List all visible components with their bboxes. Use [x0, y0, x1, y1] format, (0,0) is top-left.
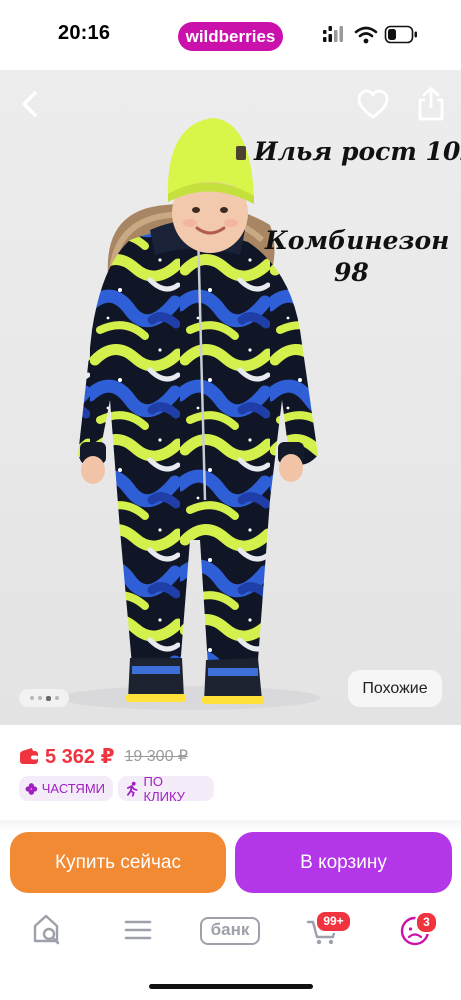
wifi-icon	[354, 26, 378, 44]
current-price: 5 362 ₽	[45, 745, 115, 768]
gallery-dot	[29, 696, 34, 700]
divider	[0, 820, 461, 832]
clover-icon	[25, 782, 38, 795]
profile-badge: 3	[415, 911, 438, 934]
home-search-icon	[33, 914, 60, 945]
favorite-button[interactable]	[356, 88, 390, 122]
old-price: 19 300 ₽	[124, 748, 189, 765]
nav-bank[interactable]: банк	[200, 917, 260, 945]
buy-now-button[interactable]: Купить сейчас	[10, 832, 226, 893]
installments-chip-label: ЧАСТЯМИ	[41, 781, 105, 796]
price-row: 5 362 ₽ 19 300 ₽	[19, 744, 188, 768]
price-section	[0, 725, 461, 825]
gallery-dot-active	[45, 695, 51, 701]
nav-home[interactable]	[32, 912, 62, 946]
gallery-dot	[37, 696, 42, 700]
back-button[interactable]	[12, 86, 48, 122]
one-click-chip-label: ПО КЛИКУ	[143, 773, 185, 804]
add-to-cart-button[interactable]: В корзину	[235, 832, 452, 893]
product-image	[60, 118, 320, 710]
similar-button[interactable]: Похожие	[348, 670, 442, 707]
one-click-chip[interactable]: ПО КЛИКУ	[118, 773, 214, 804]
status-time: 20:16	[58, 22, 111, 44]
menu-icon	[124, 920, 152, 940]
chevron-left-icon	[22, 91, 37, 117]
photo-caption-height: Илья рост 102	[254, 137, 461, 166]
photo-caption-item: Комбинезон	[265, 226, 450, 255]
cart-badge: 99+	[315, 910, 352, 933]
nav-catalog[interactable]	[124, 912, 152, 946]
product-photo[interactable]	[0, 70, 461, 725]
status-bar: 20:16 wildberries	[0, 0, 461, 70]
gallery-dot	[54, 696, 59, 700]
photo-caption-size: 98	[334, 258, 369, 287]
status-icons	[323, 24, 433, 46]
gallery-pagination	[19, 689, 69, 707]
heart-icon	[357, 89, 389, 119]
installments-chip[interactable]: ЧАСТЯМИ	[19, 776, 113, 801]
wallet-icon	[20, 748, 38, 764]
brand-logo: wildberries	[178, 22, 283, 51]
home-indicator	[149, 984, 313, 989]
runner-icon	[127, 781, 138, 797]
share-icon	[418, 87, 444, 121]
battery-icon	[384, 25, 417, 44]
share-button[interactable]	[414, 86, 448, 122]
signal-icon	[323, 26, 343, 42]
